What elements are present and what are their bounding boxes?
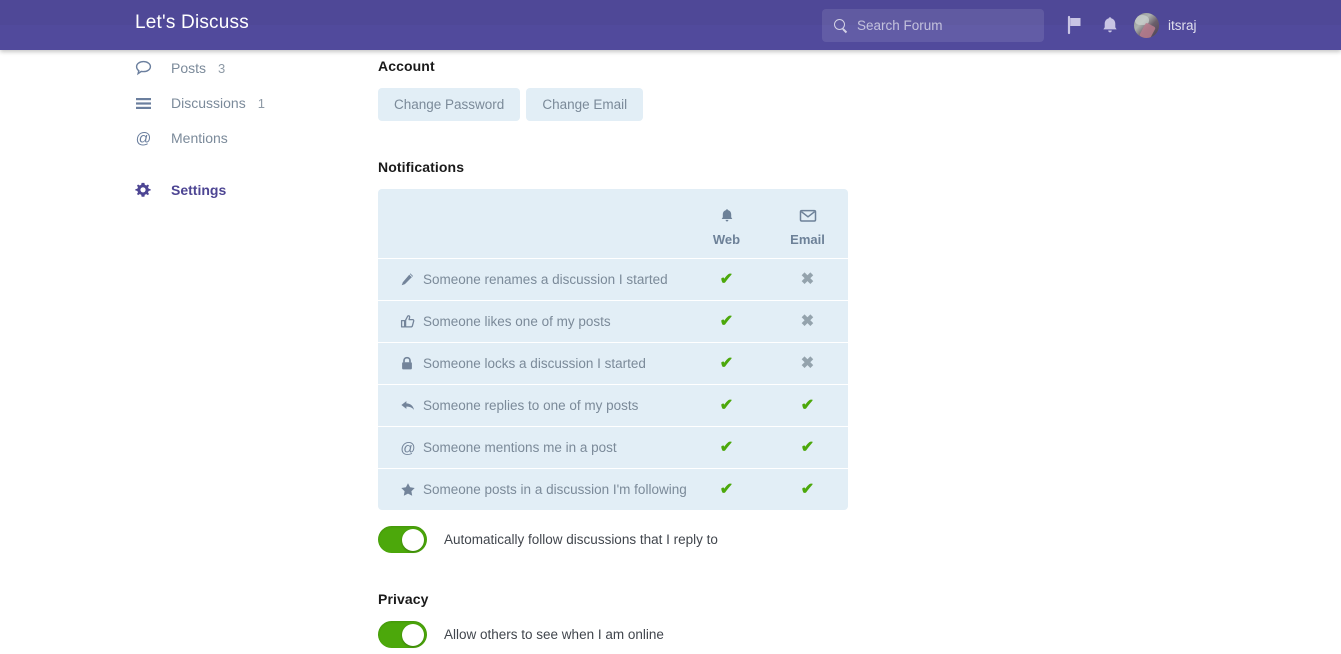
thumbsup-icon [400,314,418,329]
app-title: Let's Discuss [135,12,249,33]
at-icon: @ [400,440,418,456]
search-placeholder: Search Forum [857,18,943,33]
row-description: Someone replies to one of my posts [378,398,686,413]
email-toggle-cell[interactable]: ✖ [767,355,848,372]
list-icon [135,93,157,113]
bell-icon [686,207,767,225]
email-toggle-cell[interactable]: ✔ [767,439,848,456]
column-header-email: Email [767,207,848,249]
svg-text:@: @ [136,130,152,147]
sidebar-item-label: Mentions [171,130,228,146]
table-row: Someone likes one of my posts ✔ ✖ [378,300,848,342]
sidebar-item-label: Posts [171,60,207,76]
sidebar-item-posts[interactable]: Posts 3 [135,56,225,80]
gear-icon [135,180,157,200]
bell-icon[interactable] [1099,14,1121,36]
account-section-title: Account [378,58,435,74]
avatar [1134,12,1159,38]
online-visibility-toggle[interactable] [378,621,427,648]
row-label: Someone replies to one of my posts [423,398,639,413]
search-icon [833,18,848,33]
row-description: Someone likes one of my posts [378,314,686,329]
web-toggle-cell[interactable]: ✔ [686,313,767,330]
table-row: @ Someone mentions me in a post ✔ ✔ [378,426,848,468]
sidebar: Posts 3 Discussions 1 @ Mentions Setting… [0,50,360,654]
toggle-knob [402,528,424,551]
web-toggle-cell[interactable]: ✔ [686,439,767,456]
row-description: Someone renames a discussion I started [378,272,686,287]
table-row: Someone renames a discussion I started ✔… [378,258,848,300]
table-row: Someone replies to one of my posts ✔ ✔ [378,384,848,426]
change-password-button[interactable]: Change Password [378,88,521,121]
online-visibility-label: Allow others to see when I am online [444,627,664,642]
sidebar-item-count: 3 [218,60,226,76]
sidebar-item-settings[interactable]: Settings [135,178,226,202]
sidebar-item-label: Settings [171,182,227,198]
row-label: Someone renames a discussion I started [423,272,668,287]
flag-icon[interactable] [1064,14,1086,36]
column-header-web: Web [686,207,767,249]
web-toggle-cell[interactable]: ✔ [686,397,767,414]
sidebar-item-label: Discussions [171,95,246,111]
row-label: Someone locks a discussion I started [423,356,646,371]
email-toggle-cell[interactable]: ✖ [767,271,848,288]
envelope-icon [767,207,848,225]
web-toggle-cell[interactable]: ✔ [686,355,767,372]
app-header: Let's Discuss Search Forum itsraj [0,0,1341,50]
row-label: Someone posts in a discussion I'm follow… [423,482,687,497]
auto-follow-setting: Automatically follow discussions that I … [378,526,998,553]
table-header-row: Web Email [378,189,848,258]
web-toggle-cell[interactable]: ✔ [686,481,767,498]
column-header-label: Email [790,232,825,247]
pencil-icon [400,272,418,287]
web-toggle-cell[interactable]: ✔ [686,271,767,288]
settings-main: Account Change Password Change Email Not… [378,50,998,648]
notifications-table: Web Email Someone renames a discussion I… [378,189,848,510]
sidebar-item-discussions[interactable]: Discussions 1 [135,91,265,115]
email-toggle-cell[interactable]: ✖ [767,313,848,330]
search-input[interactable]: Search Forum [822,9,1044,42]
change-email-button[interactable]: Change Email [526,88,644,121]
toggle-knob [402,623,424,646]
row-description: Someone locks a discussion I started [378,356,686,371]
row-label: Someone mentions me in a post [423,440,617,455]
at-icon: @ [135,128,157,148]
online-visibility-setting: Allow others to see when I am online [378,621,998,648]
notifications-section-title: Notifications [378,159,465,175]
comment-icon [135,58,157,78]
star-icon [400,482,418,497]
email-toggle-cell[interactable]: ✔ [767,481,848,498]
privacy-section-title: Privacy [378,591,429,607]
row-label: Someone likes one of my posts [423,314,611,329]
reply-icon [400,398,418,413]
email-toggle-cell[interactable]: ✔ [767,397,848,414]
sidebar-item-mentions[interactable]: @ Mentions [135,126,240,150]
auto-follow-toggle[interactable] [378,526,427,553]
account-actions: Change Password Change Email [378,88,998,121]
user-menu[interactable]: itsraj [1134,12,1197,38]
svg-text:@: @ [400,440,415,456]
sidebar-item-count: 1 [257,95,265,111]
column-header-label: Web [712,232,741,247]
table-row: Someone locks a discussion I started ✔ ✖ [378,342,848,384]
table-row: Someone posts in a discussion I'm follow… [378,468,848,510]
lock-icon [400,356,418,371]
auto-follow-label: Automatically follow discussions that I … [444,532,718,547]
row-description: @ Someone mentions me in a post [378,440,686,456]
row-description: Someone posts in a discussion I'm follow… [378,482,687,497]
user-name: itsraj [1168,17,1197,33]
